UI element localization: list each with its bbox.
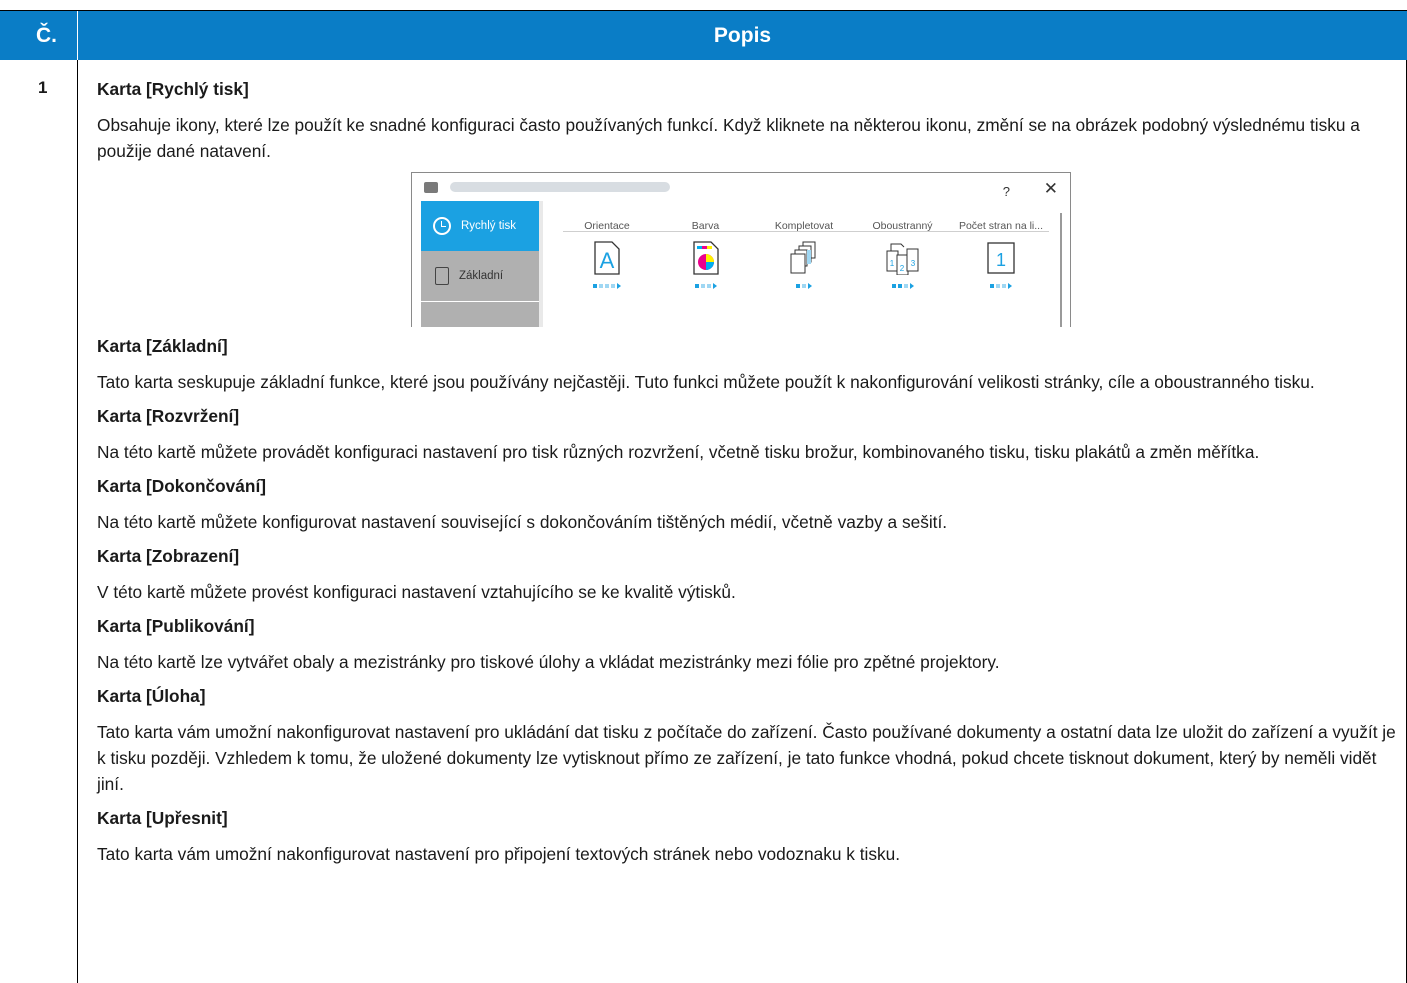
column-divider	[77, 60, 78, 983]
collate-button[interactable]	[756, 241, 852, 289]
option-indicator	[796, 283, 812, 289]
section-title-job: Karta [Úloha]	[97, 686, 206, 706]
row-number: 1	[38, 78, 48, 97]
collate-icon	[790, 241, 816, 274]
dialog-title-blurred	[450, 182, 670, 192]
section-text-finishing: Na této kartě můžete konfigurovat nastav…	[97, 512, 948, 532]
orientation-icon: A	[594, 241, 620, 275]
close-icon[interactable]: ✕	[1044, 176, 1058, 202]
column-label-pages-per-sheet: Počet stran na li...	[958, 220, 1044, 232]
option-indicator	[593, 283, 621, 289]
section-text-publishing: Na této kartě lze vytvářet obaly a mezis…	[97, 652, 1000, 672]
sidebar-item-basic[interactable]: Základní	[421, 251, 539, 302]
header-number: Č.	[0, 11, 77, 60]
printer-icon	[424, 181, 438, 193]
section-title-basic: Karta [Základní]	[97, 336, 228, 356]
sidebar-item-label: Základní	[459, 270, 504, 282]
color-icon	[692, 241, 719, 275]
section-text-advanced: Tato karta vám umožní nakonfigurovat nas…	[97, 844, 901, 864]
quick-print-columns: Orientace Barva Kompletovat Oboustranný …	[559, 213, 1049, 239]
sidebar-item-quick-print[interactable]: Rychlý tisk	[421, 201, 539, 251]
orientation-glyph: A	[600, 248, 615, 273]
section-title-quick-print: Karta [Rychlý tisk]	[97, 79, 249, 99]
clock-icon	[433, 217, 451, 235]
column-label-color: Barva	[691, 220, 720, 232]
description-table: Č. Popis 1 Karta [Rychlý tisk] Obsahuje …	[0, 0, 1407, 983]
duplex-icon: 1 2 3	[886, 243, 918, 275]
columns-divider	[563, 231, 1049, 232]
section-title-imaging: Karta [Zobrazení]	[97, 546, 240, 566]
sidebar-item-label: Rychlý tisk	[461, 220, 516, 232]
section-text-imaging: V této kartě můžete provést konfiguraci …	[97, 582, 736, 602]
dialog-title-bar: ? ✕	[412, 173, 1070, 201]
section-title-publishing: Karta [Publikování]	[97, 616, 255, 636]
row-content: Karta [Rychlý tisk] Obsahuje ikony, kter…	[97, 76, 1397, 875]
duplex-digit-2: 2	[899, 264, 904, 273]
document-icon	[435, 267, 449, 285]
pages-per-sheet-icon: 1	[987, 242, 1015, 274]
quick-print-icons: A 1 2 3 1	[559, 241, 1049, 289]
section-title-finishing: Karta [Dokončování]	[97, 476, 266, 496]
print-dialog-screenshot: ? ✕ Rychlý tisk Základní Orientace Barva	[411, 172, 1071, 327]
option-indicator	[694, 283, 717, 289]
color-button[interactable]	[658, 241, 754, 289]
header-description: Popis	[78, 11, 1407, 60]
section-text-layout: Na této kartě můžete provádět konfigurac…	[97, 442, 1260, 462]
dialog-sidebar: Rychlý tisk Základní	[421, 201, 539, 327]
option-indicator	[891, 283, 914, 289]
section-title-advanced: Karta [Upřesnit]	[97, 808, 228, 828]
duplex-digit-3: 3	[910, 259, 915, 268]
section-text-quick-print: Obsahuje ikony, které lze použít ke snad…	[97, 115, 1360, 161]
section-text-basic: Tato karta seskupuje základní funkce, kt…	[97, 372, 1315, 392]
column-label-collate: Kompletovat	[774, 220, 834, 232]
duplex-button[interactable]: 1 2 3	[855, 241, 951, 289]
nup-glyph: 1	[996, 250, 1006, 270]
dialog-main-panel: Orientace Barva Kompletovat Oboustranný …	[539, 201, 1070, 327]
pages-per-sheet-button[interactable]: 1	[953, 241, 1049, 289]
orientation-button[interactable]: A	[559, 241, 655, 289]
section-text-job: Tato karta vám umožní nakonfigurovat nas…	[97, 722, 1396, 794]
column-label-orientation: Orientace	[584, 220, 630, 232]
option-indicator	[990, 283, 1012, 289]
duplex-digit-1: 1	[889, 259, 894, 268]
section-title-layout: Karta [Rozvržení]	[97, 406, 240, 426]
column-label-duplex: Oboustranný	[872, 220, 933, 232]
scrollbar[interactable]	[1060, 213, 1062, 327]
